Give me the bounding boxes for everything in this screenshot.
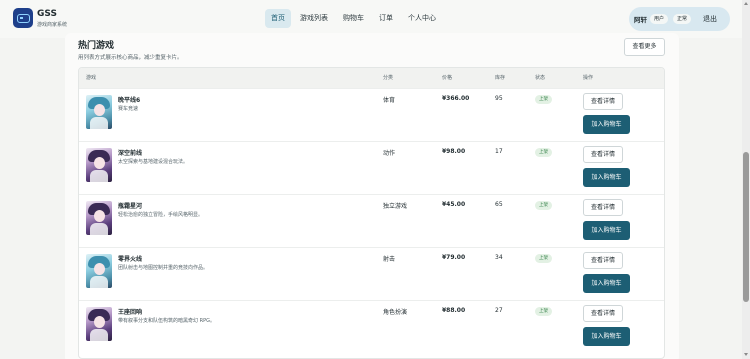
games-table: 游戏 分类 价格 库存 状态 操作 晚平线6 赛车竞速 体育 ¥366.00 9… (78, 67, 665, 359)
game-category: 独立游戏 (383, 203, 408, 210)
view-more-button[interactable]: 查看更多 (624, 38, 665, 56)
game-description: 赛车竞速 (118, 106, 139, 112)
status-badge: 上架 (535, 201, 552, 210)
game-price: ¥88.00 (442, 307, 466, 314)
add-to-cart-button[interactable]: 加入购物车 (583, 274, 630, 293)
game-stock: 34 (495, 254, 503, 261)
app-name: GSS (37, 9, 57, 19)
page-scrollbar[interactable] (742, 0, 750, 359)
user-name: 阿轩 (634, 16, 647, 24)
game-category: 角色扮演 (383, 309, 408, 316)
scroll-down-arrow-icon[interactable] (744, 353, 748, 356)
nav-item-home[interactable]: 首页 (265, 9, 291, 28)
nav-item-cart[interactable]: 购物车 (337, 9, 370, 28)
table-row: 零界火线 团队射击与地图控制并重的竞技向作品。 射击 ¥79.00 34 上架 … (79, 247, 664, 300)
main-nav: 首页 游戏列表 购物车 订单 个人中心 (265, 9, 442, 28)
add-to-cart-button[interactable]: 加入购物车 (583, 327, 630, 346)
game-stock: 95 (495, 95, 503, 102)
game-description: 带有叙事分支和队伍构筑的暗黑奇幻 RPG。 (118, 318, 215, 324)
game-category: 射击 (383, 256, 396, 263)
game-cover-image[interactable] (86, 201, 112, 235)
game-category: 体育 (383, 97, 396, 104)
status-badge: 上架 (535, 254, 552, 263)
game-name[interactable]: 瓶霜星河 (118, 201, 142, 210)
game-description: 团队射击与地图控制并重的竞技向作品。 (118, 265, 209, 271)
app-subtitle: 游戏商家系统 (37, 22, 68, 28)
game-price: ¥45.00 (442, 201, 466, 208)
view-details-button[interactable]: 查看详情 (583, 199, 623, 216)
header-game: 游戏 (86, 75, 97, 81)
table-row: 深空前线 太空探索与基地建设混合玩法。 动作 ¥98.00 17 上架 查看详情… (79, 141, 664, 194)
game-price: ¥98.00 (442, 148, 466, 155)
header-status: 状态 (535, 75, 546, 81)
nav-item-profile[interactable]: 个人中心 (402, 9, 442, 28)
game-name[interactable]: 深空前线 (118, 148, 142, 157)
header-category: 分类 (383, 75, 394, 81)
table-header: 游戏 分类 价格 库存 状态 操作 (79, 68, 664, 88)
game-category: 动作 (383, 150, 396, 157)
logout-button[interactable]: 退出 (703, 12, 717, 26)
header-stock: 库存 (495, 75, 506, 81)
user-status-badge: 正常 (673, 14, 692, 24)
game-cover-image[interactable] (86, 148, 112, 182)
user-role-badge: 用户 (650, 14, 669, 24)
view-details-button[interactable]: 查看详情 (583, 305, 623, 322)
status-badge: 上架 (535, 148, 552, 157)
table-row: 瓶霜星河 轻松治愈的独立冒险，手绘风格明显。 独立游戏 ¥45.00 65 上架… (79, 194, 664, 247)
game-cover-image[interactable] (86, 307, 112, 341)
nav-item-orders[interactable]: 订单 (373, 9, 399, 28)
game-cover-image[interactable] (86, 95, 112, 129)
header-price: 价格 (442, 75, 453, 81)
game-name[interactable]: 晚平线6 (118, 95, 140, 104)
game-stock: 17 (495, 148, 503, 155)
add-to-cart-button[interactable]: 加入购物车 (583, 221, 630, 240)
view-details-button[interactable]: 查看详情 (583, 93, 623, 110)
game-description: 太空探索与基地建设混合玩法。 (118, 159, 189, 165)
game-price: ¥366.00 (442, 95, 470, 102)
game-price: ¥79.00 (442, 254, 466, 261)
game-stock: 65 (495, 201, 503, 208)
section-title: 热门游戏 (78, 41, 115, 51)
add-to-cart-button[interactable]: 加入购物车 (583, 168, 630, 187)
table-row: 王座回响 带有叙事分支和队伍构筑的暗黑奇幻 RPG。 角色扮演 ¥88.00 2… (79, 300, 664, 353)
add-to-cart-button[interactable]: 加入购物车 (583, 115, 630, 134)
header-actions: 操作 (583, 75, 594, 81)
table-row: 晚平线6 赛车竞速 体育 ¥366.00 95 上架 查看详情 加入购物车 (79, 88, 664, 141)
scroll-up-arrow-icon[interactable] (744, 2, 748, 5)
section-subtitle: 用列表方式展示核心商品，减少重复卡片。 (78, 55, 183, 61)
game-description: 轻松治愈的独立冒险，手绘风格明显。 (118, 212, 204, 218)
game-name[interactable]: 零界火线 (118, 254, 142, 263)
view-details-button[interactable]: 查看详情 (583, 252, 623, 269)
game-stock: 27 (495, 307, 503, 314)
nav-item-game-list[interactable]: 游戏列表 (294, 9, 334, 28)
game-cover-image[interactable] (86, 254, 112, 288)
scrollbar-thumb[interactable] (743, 152, 749, 302)
status-badge: 上架 (535, 307, 552, 316)
view-details-button[interactable]: 查看详情 (583, 146, 623, 163)
app-logo-icon[interactable] (13, 8, 33, 28)
game-name[interactable]: 王座回响 (118, 307, 142, 316)
status-badge: 上架 (535, 95, 552, 104)
user-panel: 阿轩 用户 正常 退出 (629, 7, 730, 31)
